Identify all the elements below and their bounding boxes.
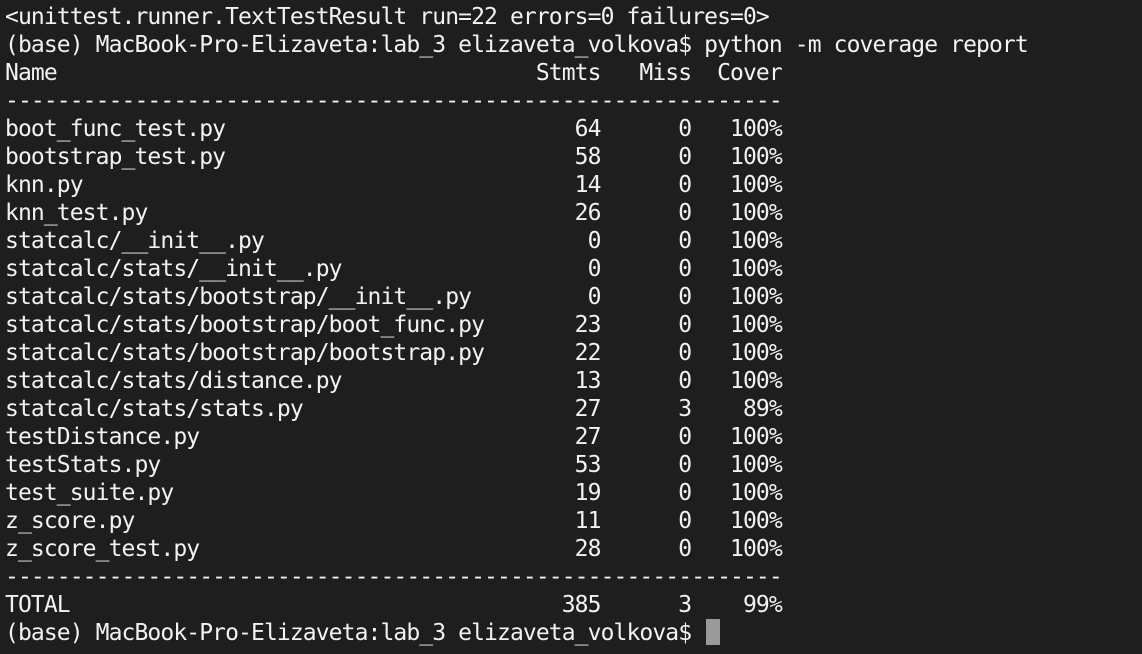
terminal-line-test-result: <unittest.runner.TextTestResult run=22 e…	[5, 4, 770, 30]
terminal-prompt-line[interactable]: (base) MacBook-Pro-Elizaveta:lab_3 eliza…	[5, 619, 1142, 647]
text-cursor	[706, 619, 721, 645]
coverage-row: statcalc/stats/bootstrap/__init__.py 0 0…	[5, 284, 783, 310]
coverage-row: testDistance.py 27 0 100%	[5, 424, 783, 450]
shell-prompt: (base) MacBook-Pro-Elizaveta:lab_3 eliza…	[5, 620, 705, 646]
coverage-row: statcalc/stats/__init__.py 0 0 100%	[5, 256, 783, 282]
coverage-total-row: TOTAL 385 3 99%	[5, 592, 783, 618]
terminal-window[interactable]: <unittest.runner.TextTestResult run=22 e…	[0, 0, 1142, 654]
coverage-row: statcalc/stats/distance.py 13 0 100%	[5, 368, 783, 394]
coverage-separator: ----------------------------------------…	[5, 88, 783, 114]
coverage-row: test_suite.py 19 0 100%	[5, 480, 783, 506]
terminal-line-command: (base) MacBook-Pro-Elizaveta:lab_3 eliza…	[5, 32, 1029, 58]
coverage-separator: ----------------------------------------…	[5, 564, 783, 590]
coverage-row: statcalc/stats/bootstrap/bootstrap.py 22…	[5, 340, 783, 366]
coverage-row: bootstrap_test.py 58 0 100%	[5, 144, 783, 170]
coverage-row: statcalc/stats/stats.py 27 3 89%	[5, 396, 783, 422]
coverage-row: boot_func_test.py 64 0 100%	[5, 116, 783, 142]
coverage-row: statcalc/__init__.py 0 0 100%	[5, 228, 783, 254]
coverage-row: testStats.py 53 0 100%	[5, 452, 783, 478]
coverage-row: z_score_test.py 28 0 100%	[5, 536, 783, 562]
coverage-row: knn_test.py 26 0 100%	[5, 200, 783, 226]
coverage-row: z_score.py 11 0 100%	[5, 508, 783, 534]
coverage-header: Name Stmts Miss Cover	[5, 60, 783, 86]
coverage-row: statcalc/stats/bootstrap/boot_func.py 23…	[5, 312, 783, 338]
coverage-row: knn.py 14 0 100%	[5, 172, 783, 198]
